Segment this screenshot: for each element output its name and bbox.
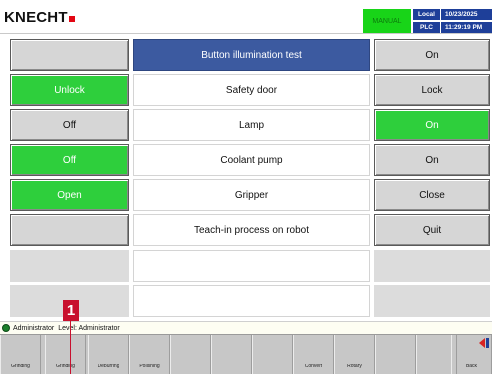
teach-in-quit-button[interactable]: Quit bbox=[374, 214, 490, 246]
current-user: Administrator bbox=[13, 324, 55, 332]
empty-left-slot bbox=[10, 250, 129, 282]
safety-door-lock-button[interactable]: Lock bbox=[374, 74, 490, 106]
safety-door-unlock-button[interactable]: Unlock bbox=[10, 74, 129, 106]
back-arrow-icon bbox=[479, 338, 485, 348]
access-level: Level: Administrator bbox=[58, 324, 120, 332]
time-display: 11:29:19 PM bbox=[441, 22, 492, 33]
softkey-polishing[interactable]: Polishing bbox=[129, 335, 170, 374]
empty-right-slot bbox=[374, 250, 490, 282]
gripper-open-button[interactable]: Open bbox=[10, 179, 129, 211]
callout-number: 1 bbox=[63, 300, 79, 321]
empty-label-slot bbox=[133, 250, 370, 282]
empty-label-slot bbox=[133, 285, 370, 317]
teach-in-left-button[interactable] bbox=[10, 214, 129, 246]
softkey-1[interactable]: Grinding bbox=[0, 335, 41, 374]
button-illumination-test-label: Button illumination test bbox=[133, 39, 370, 71]
user-status-bar: Administrator Level: Administrator bbox=[0, 321, 492, 334]
softkey-5[interactable] bbox=[170, 335, 211, 374]
back-bar-icon bbox=[486, 338, 489, 348]
button-illumination-left-button[interactable] bbox=[10, 39, 129, 71]
coolant-pump-label: Coolant pump bbox=[133, 144, 370, 176]
lamp-on-button[interactable]: On bbox=[374, 109, 490, 141]
date-display: 10/23/2025 bbox=[441, 9, 492, 20]
empty-right-slot bbox=[374, 285, 490, 317]
coolant-pump-off-button[interactable]: Off bbox=[10, 144, 129, 176]
logo-red-square bbox=[68, 16, 75, 22]
softkey-deburring[interactable]: Deburring bbox=[88, 335, 129, 374]
softkey-rotary[interactable]: Rotary bbox=[334, 335, 375, 374]
status-local: Local bbox=[413, 9, 440, 20]
mode-indicator: MANUAL bbox=[363, 9, 411, 33]
softkey-bar: Grinding Grinding Deburring Polishing Co… bbox=[0, 334, 492, 374]
header-bar: KNECHT MANUAL Local PLC 10/23/2025 11:29… bbox=[0, 0, 492, 34]
callout-line bbox=[70, 321, 71, 374]
status-plc: PLC bbox=[413, 22, 440, 33]
teach-in-process-label: Teach-in process on robot bbox=[133, 214, 370, 246]
softkey-grinding[interactable]: Grinding bbox=[45, 335, 86, 374]
coolant-pump-on-button[interactable]: On bbox=[374, 144, 490, 176]
user-icon bbox=[2, 324, 10, 332]
softkey-6[interactable] bbox=[211, 335, 252, 374]
softkey-convert[interactable]: Convert bbox=[293, 335, 334, 374]
safety-door-label: Safety door bbox=[133, 74, 370, 106]
knecht-logo: KNECHT bbox=[4, 9, 75, 26]
softkey-back[interactable]: Back bbox=[451, 335, 492, 374]
gripper-label: Gripper bbox=[133, 179, 370, 211]
button-illumination-on-button[interactable]: On bbox=[374, 39, 490, 71]
lamp-label: Lamp bbox=[133, 109, 370, 141]
lamp-off-button[interactable]: Off bbox=[10, 109, 129, 141]
softkey-10[interactable] bbox=[375, 335, 416, 374]
softkey-7[interactable] bbox=[252, 335, 293, 374]
gripper-close-button[interactable]: Close bbox=[374, 179, 490, 211]
